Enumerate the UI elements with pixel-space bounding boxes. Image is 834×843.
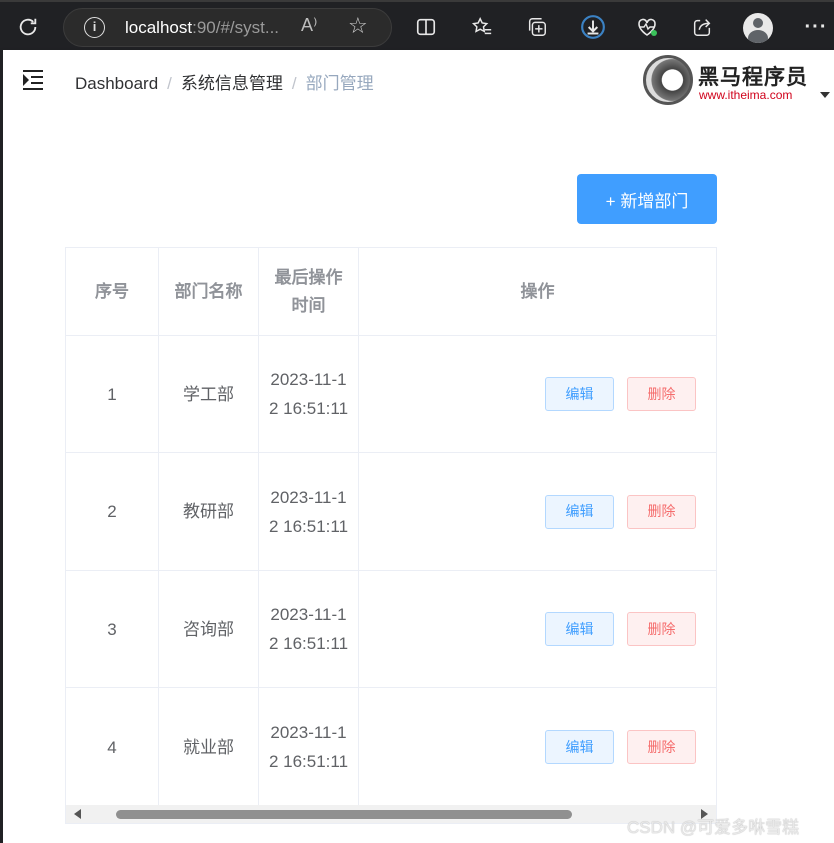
- url-rest: :90/#/syst...: [192, 18, 280, 37]
- row-time: 2023-11-12 16:51:11: [268, 370, 349, 418]
- row-actions: 编辑 删除: [359, 571, 716, 687]
- delete-button[interactable]: 删除: [627, 612, 696, 646]
- row-actions: 编辑 删除: [359, 336, 716, 452]
- address-bar[interactable]: i localhost:90/#/syst... A⁾ ☆: [63, 8, 392, 47]
- scroll-left-arrow-icon[interactable]: [74, 809, 81, 819]
- watermark: CSDN @可爱多咻雪糕: [627, 818, 800, 837]
- row-time-cell: 2023-11-12 16:51:11: [259, 336, 359, 452]
- caret-down-icon[interactable]: [820, 92, 830, 98]
- breadcrumb-item-current: 部门管理: [305, 74, 374, 93]
- refresh-icon[interactable]: [12, 11, 44, 43]
- row-index: 1: [66, 336, 159, 452]
- table-row: 1 学工部 2023-11-12 16:51:11 编辑 删除: [66, 336, 716, 453]
- edit-button[interactable]: 编辑: [545, 612, 614, 646]
- logo-url: www.itheima.com: [699, 88, 793, 102]
- more-icon[interactable]: ···: [800, 11, 832, 43]
- row-actions: 编辑 删除: [359, 688, 716, 806]
- edit-button[interactable]: 编辑: [545, 494, 614, 529]
- split-screen-icon[interactable]: [410, 11, 442, 43]
- edit-button[interactable]: 编辑: [545, 377, 614, 411]
- delete-button[interactable]: 删除: [627, 494, 696, 529]
- logo-emblem: [643, 55, 693, 105]
- edit-button[interactable]: 编辑: [545, 730, 614, 764]
- delete-button[interactable]: 删除: [627, 377, 696, 411]
- health-icon[interactable]: [631, 11, 663, 43]
- url-text[interactable]: localhost:90/#/syst...: [125, 18, 279, 38]
- read-aloud-icon[interactable]: A⁾: [301, 15, 317, 36]
- row-time-cell: 2023-11-12 16:51:11: [259, 453, 359, 570]
- column-header-name: 部门名称: [159, 248, 259, 335]
- url-host: localhost: [125, 18, 193, 37]
- row-time: 2023-11-12 16:51:11: [268, 487, 349, 536]
- row-time: 2023-11-12 16:51:11: [268, 723, 349, 771]
- breadcrumb-item-system[interactable]: 系统信息管理: [181, 74, 283, 93]
- add-department-button[interactable]: + 新增部门: [577, 174, 717, 224]
- download-icon[interactable]: [577, 11, 609, 43]
- department-table: 序号 部门名称 最后操作时间 操作 1 学工部 2023-11-12 16:51…: [65, 247, 717, 824]
- row-time-cell: 2023-11-12 16:51:11: [259, 571, 359, 687]
- row-department-name: 就业部: [159, 688, 259, 806]
- info-icon[interactable]: i: [84, 17, 105, 38]
- column-header-time: 最后操作时间: [259, 248, 359, 335]
- row-actions: 编辑 删除: [359, 453, 716, 570]
- delete-button[interactable]: 删除: [627, 730, 696, 764]
- app-header: Dashboard / 系统信息管理 / 部门管理 黑马程序员 www.itheima.…: [0, 50, 834, 111]
- hamburger-icon[interactable]: [23, 68, 47, 92]
- column-header-index: 序号: [66, 248, 159, 335]
- browser-toolbar: i localhost:90/#/syst... A⁾ ☆ ···: [0, 0, 834, 50]
- table-row: 2 教研部 2023-11-12 16:51:11 编辑 删除: [66, 453, 716, 571]
- row-index: 3: [66, 571, 159, 687]
- logo-title: 黑马程序员: [698, 66, 808, 89]
- table-row: 4 就业部 2023-11-12 16:51:11 编辑 删除: [66, 688, 716, 806]
- column-header-actions: 操作: [520, 281, 555, 301]
- row-index: 4: [66, 688, 159, 806]
- breadcrumb: Dashboard / 系统信息管理 / 部门管理: [75, 69, 374, 94]
- table-row: 3 咨询部 2023-11-12 16:51:11 编辑 删除: [66, 571, 716, 688]
- horizontal-scrollbar[interactable]: [66, 805, 716, 823]
- table-header-row: 序号 部门名称 最后操作时间 操作: [66, 248, 716, 336]
- scrollbar-thumb[interactable]: [116, 810, 572, 819]
- share-icon[interactable]: [686, 11, 718, 43]
- row-time-cell: 2023-11-12 16:51:11: [259, 688, 359, 806]
- row-department-name: 教研部: [159, 453, 259, 570]
- row-department-name: 学工部: [159, 336, 259, 452]
- row-index: 2: [66, 453, 159, 570]
- collections-icon[interactable]: [521, 11, 553, 43]
- profile-icon[interactable]: [743, 13, 773, 43]
- row-department-name: 咨询部: [159, 571, 259, 687]
- favorite-star-icon[interactable]: ☆: [348, 13, 368, 39]
- logo: 黑马程序员 www.itheima.com: [643, 55, 807, 107]
- row-time: 2023-11-12 16:51:11: [268, 605, 349, 653]
- breadcrumb-separator: /: [167, 74, 172, 93]
- column-header-time-label: 最后操作时间: [274, 267, 343, 315]
- breadcrumb-separator: /: [291, 74, 297, 93]
- favorites-icon[interactable]: [466, 11, 498, 43]
- breadcrumb-item-dashboard[interactable]: Dashboard: [75, 74, 158, 93]
